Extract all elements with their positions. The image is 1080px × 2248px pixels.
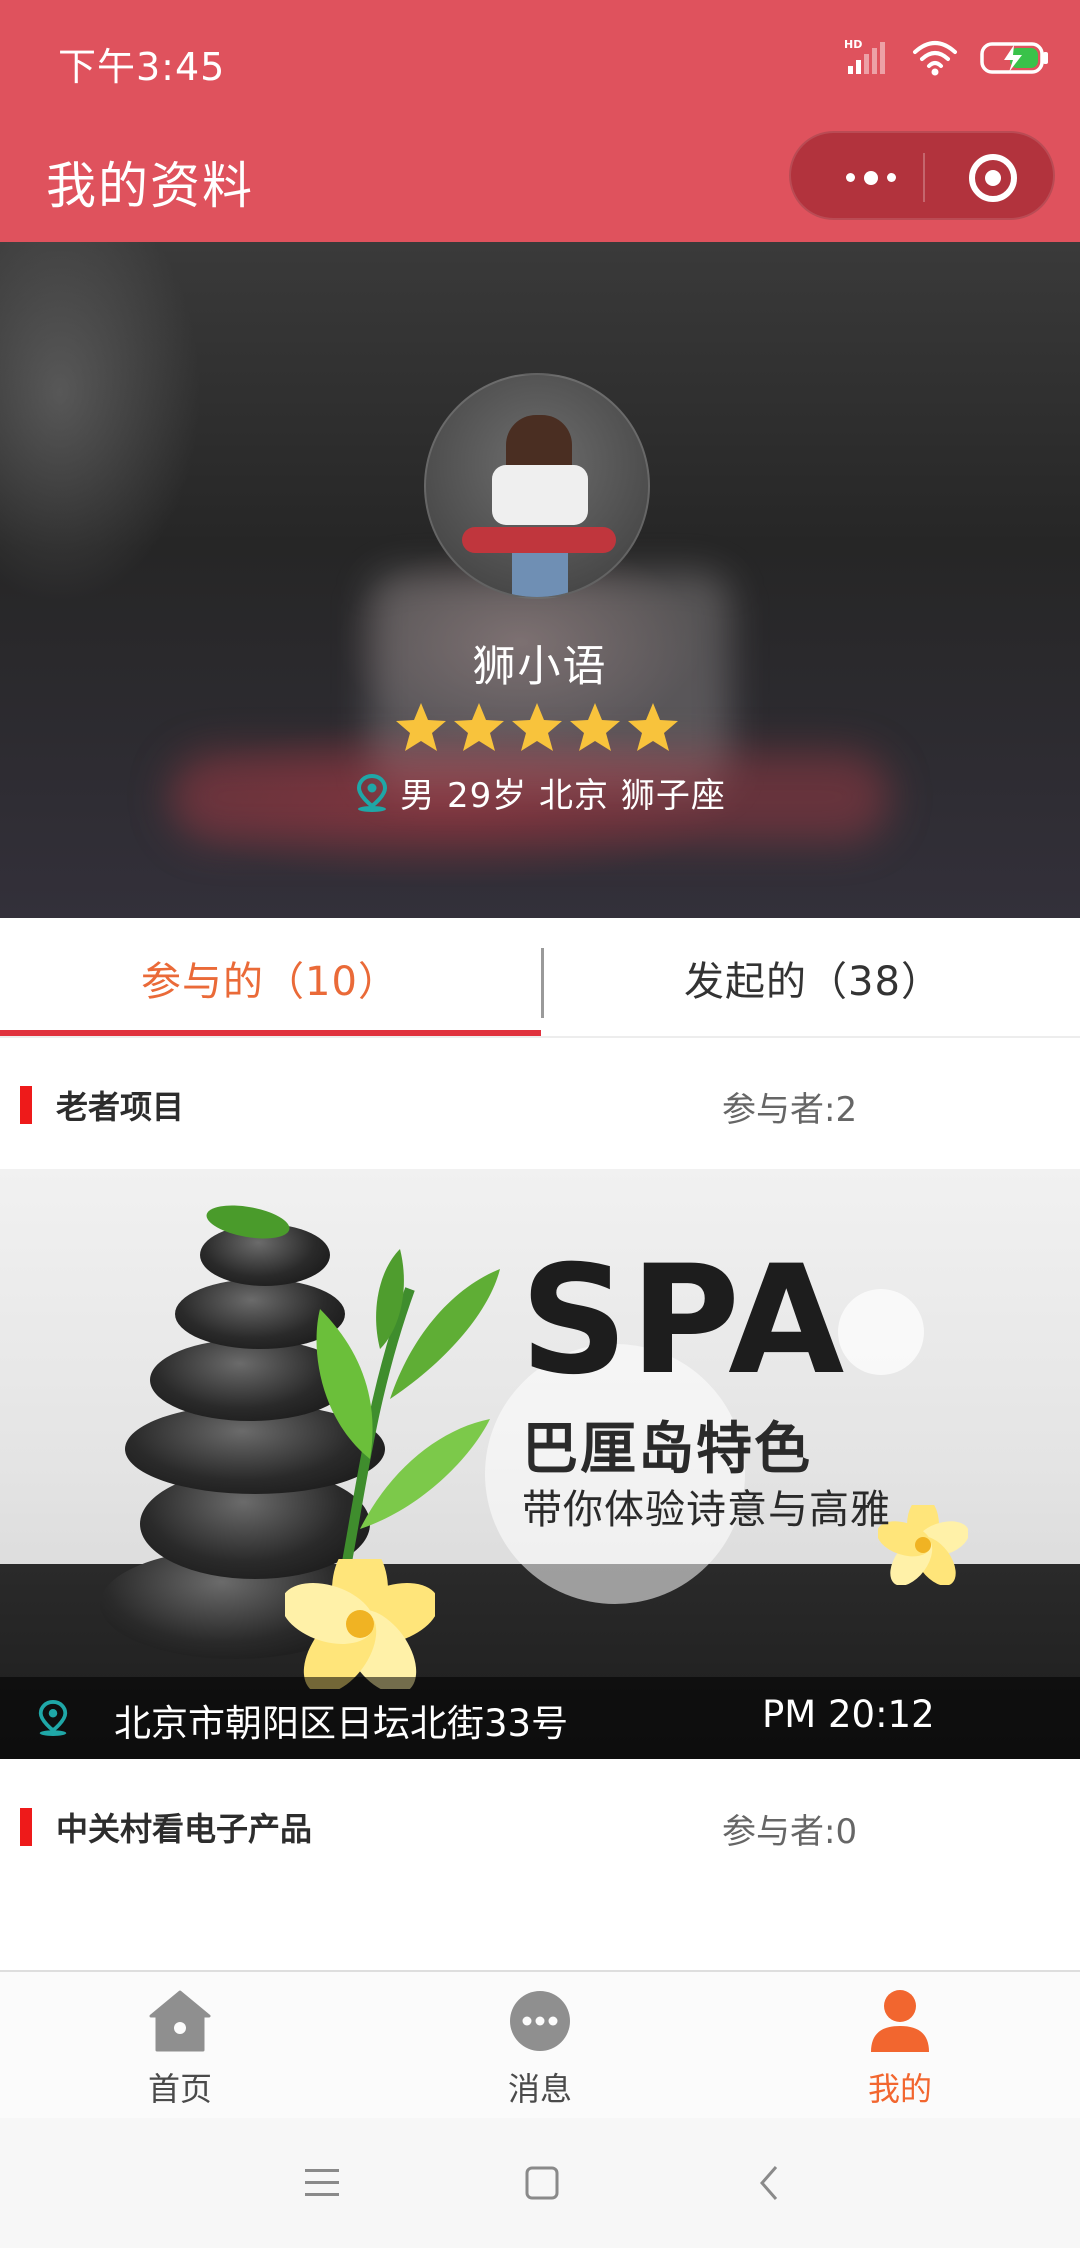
- active-tab-indicator: [0, 1030, 541, 1036]
- bottom-tab-bar: 首页 消息 我的: [0, 1970, 1080, 2118]
- tab-started[interactable]: 发起的（38）: [543, 918, 1080, 1038]
- activity-header[interactable]: 老者项目 参与者:2: [0, 1040, 1080, 1170]
- message-icon: [510, 1991, 570, 2051]
- tab-joined[interactable]: 参与的（10）: [0, 918, 540, 1038]
- system-nav-bar: [0, 2118, 1080, 2248]
- frangipani-flower: [878, 1505, 968, 1585]
- tabbar-item-home[interactable]: 首页: [0, 1972, 360, 2120]
- banner-headline: SPA: [520, 1234, 847, 1408]
- wifi-icon: [913, 41, 957, 76]
- activity-time: PM 20:12: [762, 1693, 935, 1736]
- more-dots-icon[interactable]: [831, 133, 911, 222]
- location-pin-icon: [357, 773, 388, 812]
- tabbar-item-me[interactable]: 我的: [720, 1972, 1080, 2120]
- battery-charging-icon: [980, 42, 1048, 74]
- activity-title: 中关村看电子产品: [56, 1810, 313, 1848]
- activity-title: 老者项目: [56, 1088, 185, 1126]
- svg-text:HD: HD: [844, 38, 862, 51]
- star-icon: [512, 703, 562, 751]
- star-icon: [396, 703, 446, 751]
- activity-banner[interactable]: SPA 巴厘岛特色 带你体验诗意与高雅 北京市朝阳区日坛北街33号 PM 20:…: [0, 1169, 1080, 1759]
- mini-program-capsule: [789, 131, 1055, 220]
- section-marker: [20, 1808, 32, 1846]
- home-square-icon[interactable]: [482, 2118, 602, 2248]
- status-time: 下午3:45: [58, 45, 226, 89]
- activity-tabs: 参与的（10） 发起的（38）: [0, 918, 1080, 1038]
- profile-name: 狮小语: [472, 642, 608, 692]
- tabbar-item-messages[interactable]: 消息: [360, 1972, 720, 2120]
- participant-count: 参与者:0: [722, 1812, 858, 1852]
- back-icon[interactable]: [710, 2118, 830, 2248]
- section-marker: [20, 1086, 32, 1124]
- location-pin-icon: [38, 1700, 68, 1736]
- page-title: 我的资料: [46, 157, 254, 215]
- top-bar: 下午3:45 HD 我的资料: [0, 0, 1080, 242]
- star-icon: [454, 703, 504, 751]
- user-icon: [871, 1990, 929, 2052]
- target-close-icon[interactable]: [969, 154, 1017, 202]
- frangipani-flower: [285, 1559, 435, 1689]
- banner-tagline: 带你体验诗意与高雅: [522, 1487, 891, 1533]
- banner-caption: 北京市朝阳区日坛北街33号 PM 20:12: [0, 1677, 1080, 1759]
- hd-signal-icon: HD: [844, 38, 885, 74]
- bamboo-leaves: [316, 1249, 500, 1600]
- capsule-divider: [923, 153, 925, 202]
- star-icon: [570, 703, 620, 751]
- profile-info-text: 男 29岁 北京 狮子座: [400, 776, 726, 816]
- profile-info: 男 29岁 北京 狮子座: [0, 768, 1080, 817]
- star-icon: [628, 703, 678, 751]
- activity-address: 北京市朝阳区日坛北街33号: [114, 1702, 569, 1745]
- status-icons: HD: [844, 34, 1050, 82]
- menu-icon[interactable]: [262, 2118, 382, 2248]
- home-icon: [149, 1990, 211, 2052]
- banner-subtitle: 巴厘岛特色: [522, 1417, 812, 1482]
- avatar[interactable]: [424, 373, 650, 599]
- activity-header[interactable]: 中关村看电子产品 参与者:0: [0, 1762, 1080, 1892]
- tabbar-label: 首页: [147, 2070, 212, 2108]
- rating-stars: [393, 700, 693, 756]
- profile-header: 狮小语 男 29岁 北京 狮子座: [0, 242, 1080, 918]
- tabbar-label: 我的: [867, 2070, 932, 2108]
- participant-count: 参与者:2: [722, 1090, 858, 1130]
- tabbar-label: 消息: [507, 2070, 572, 2108]
